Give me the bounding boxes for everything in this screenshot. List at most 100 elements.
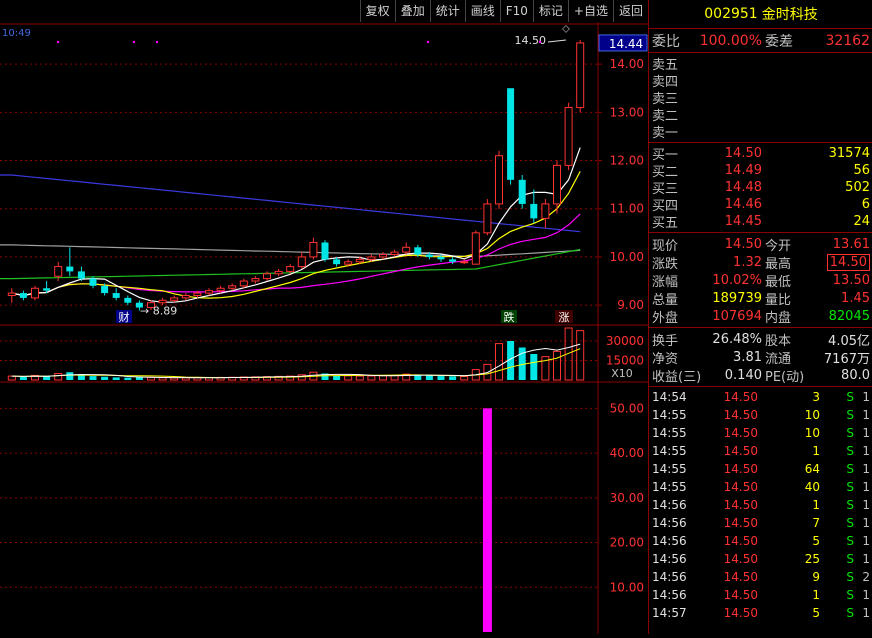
tick-side: S (846, 570, 854, 584)
indicator-tick-label: 10.00 (610, 580, 644, 594)
candle-body-down (112, 293, 120, 298)
quote-label: 外盘 (652, 310, 679, 326)
volume-unit-label: X10 (611, 367, 633, 380)
candle-body-up (541, 203, 550, 219)
weibi-label: 委比 (652, 33, 680, 50)
toolbar-mark-button[interactable]: 标记 (532, 0, 568, 22)
candle-body-up (170, 297, 179, 301)
candle-body-up (402, 246, 411, 253)
toolbar-draw-button[interactable]: 画线 (464, 0, 500, 22)
volume-bar-up (379, 375, 387, 381)
tick-time: 14:57 (652, 606, 687, 620)
tick-row: 14:56 14.50 25 S 1 (649, 550, 872, 568)
candle-body-up (263, 273, 271, 280)
sell-level-3: 卖三 (649, 89, 872, 107)
volume-tick-label: 30000 (606, 334, 644, 348)
volume-bar-down (89, 376, 97, 380)
buy-level-volume: 502 (845, 180, 870, 195)
candle-body-down (66, 266, 74, 272)
quote-label: 今开 (765, 238, 792, 254)
price-tick-label: 11.00 (610, 202, 644, 216)
buy-level-price: 14.50 (724, 146, 762, 161)
toolbar-back-button[interactable]: 返回 (612, 0, 648, 22)
toolbar-add-watchlist-button[interactable]: +自选 (567, 0, 613, 22)
tick-time: 14:56 (652, 588, 687, 602)
quote-row-pct: 涨幅 10.02% 最低 13.50 (649, 271, 872, 290)
candle-body-down (530, 203, 538, 219)
candle-body-down (89, 278, 97, 286)
tick-count: 1 (862, 606, 870, 620)
quote-value: 189739 (712, 290, 762, 306)
stats-label: 流通 (765, 351, 792, 367)
toolbar-fuquan-button[interactable]: 复权 (359, 0, 395, 22)
volume-bar-up (355, 375, 364, 381)
tick-count: 1 (862, 516, 870, 530)
tick-price: 14.50 (723, 444, 758, 458)
kline-chart-area[interactable]: 10:49 14.00 13.00 12.00 11.00 10.00 9.00 14.44 1… (0, 0, 648, 634)
tick-count: 1 (862, 552, 870, 566)
quote-row-volume: 总量 189739 量比 1.45 (649, 289, 872, 308)
tick-side: S (846, 552, 854, 566)
tick-time: 14:55 (652, 480, 687, 494)
tick-row: 14:55 14.50 40 S 1 (649, 478, 872, 496)
toolbar-f10-button[interactable]: F10 (499, 0, 533, 22)
volume-bar-up (181, 377, 190, 381)
volume-bar-up (54, 373, 63, 381)
tick-count: 1 (862, 390, 870, 404)
candle-body-down (437, 256, 445, 260)
tick-price: 14.50 (723, 462, 758, 476)
quote-value: 10.02% (712, 272, 762, 288)
volume-bar-down (112, 377, 120, 380)
high-price-annotation-arrow (547, 39, 567, 43)
signal-dot (56, 40, 60, 44)
quote-value: 1.45 (841, 290, 870, 306)
sell-level-2: 卖二 (649, 106, 872, 124)
diamond-marker: ◇ (562, 23, 570, 34)
candle-body-up (54, 266, 63, 277)
candle-body-down (425, 254, 433, 257)
stats-row: 收益(三) 0.140 PE(动) 80.0 (649, 366, 872, 385)
candle-body-up (564, 107, 573, 166)
volume-bar-down (135, 377, 143, 380)
signal-dot (426, 40, 430, 44)
candle-body-down (124, 297, 132, 303)
tick-count: 1 (862, 480, 870, 494)
tick-volume: 10 (804, 408, 820, 422)
tick-count: 2 (862, 570, 870, 584)
stats-label: 换手 (652, 333, 679, 349)
toolbar-overlay-button[interactable]: 叠加 (394, 0, 430, 22)
candle-body-up (193, 292, 202, 296)
volume-bar-down (530, 354, 538, 380)
quote-label: 涨幅 (652, 274, 679, 290)
tick-count: 1 (862, 426, 870, 440)
tick-row: 14:56 14.50 7 S 1 (649, 514, 872, 532)
candle-body-down (449, 259, 457, 262)
stats-label: 净资 (652, 351, 679, 367)
tick-count: 1 (862, 498, 870, 512)
candle-body-up (390, 251, 399, 256)
kline-chart-svg[interactable]: 10:49 14.00 13.00 12.00 11.00 10.00 9.00 14.44 1… (0, 0, 648, 634)
quote-label: 涨跌 (652, 256, 679, 272)
price-tick-label: 10.00 (610, 250, 644, 264)
tick-list[interactable]: 14:54 14.50 3 S 1 14:55 14.50 10 S 1 14:55 14.50 1… (649, 387, 872, 622)
candle-body-down (518, 179, 526, 204)
indicator-tick-label: 40.00 (610, 446, 644, 460)
quote-label: 总量 (652, 292, 679, 308)
tick-side: S (846, 462, 854, 476)
quote-value: 1.32 (733, 254, 762, 270)
buy-level-volume: 56 (853, 163, 870, 178)
tick-row: 14:56 14.50 1 S 1 (649, 586, 872, 604)
candle-body-up (274, 270, 283, 275)
tick-volume: 7 (812, 516, 820, 530)
candle-body-up (31, 287, 39, 299)
price-tick-label: 12.00 (610, 154, 644, 168)
tick-volume: 1 (812, 498, 820, 512)
quote-value: 13.50 (832, 272, 870, 288)
tick-volume: 3 (812, 390, 820, 404)
tick-count: 1 (862, 534, 870, 548)
tick-side: S (846, 426, 854, 440)
candle-body-up (7, 292, 16, 296)
toolbar-stats-button[interactable]: 统计 (429, 0, 465, 22)
tick-row: 14:56 14.50 1 S 1 (649, 496, 872, 514)
stock-name: 金时科技 (761, 7, 818, 23)
